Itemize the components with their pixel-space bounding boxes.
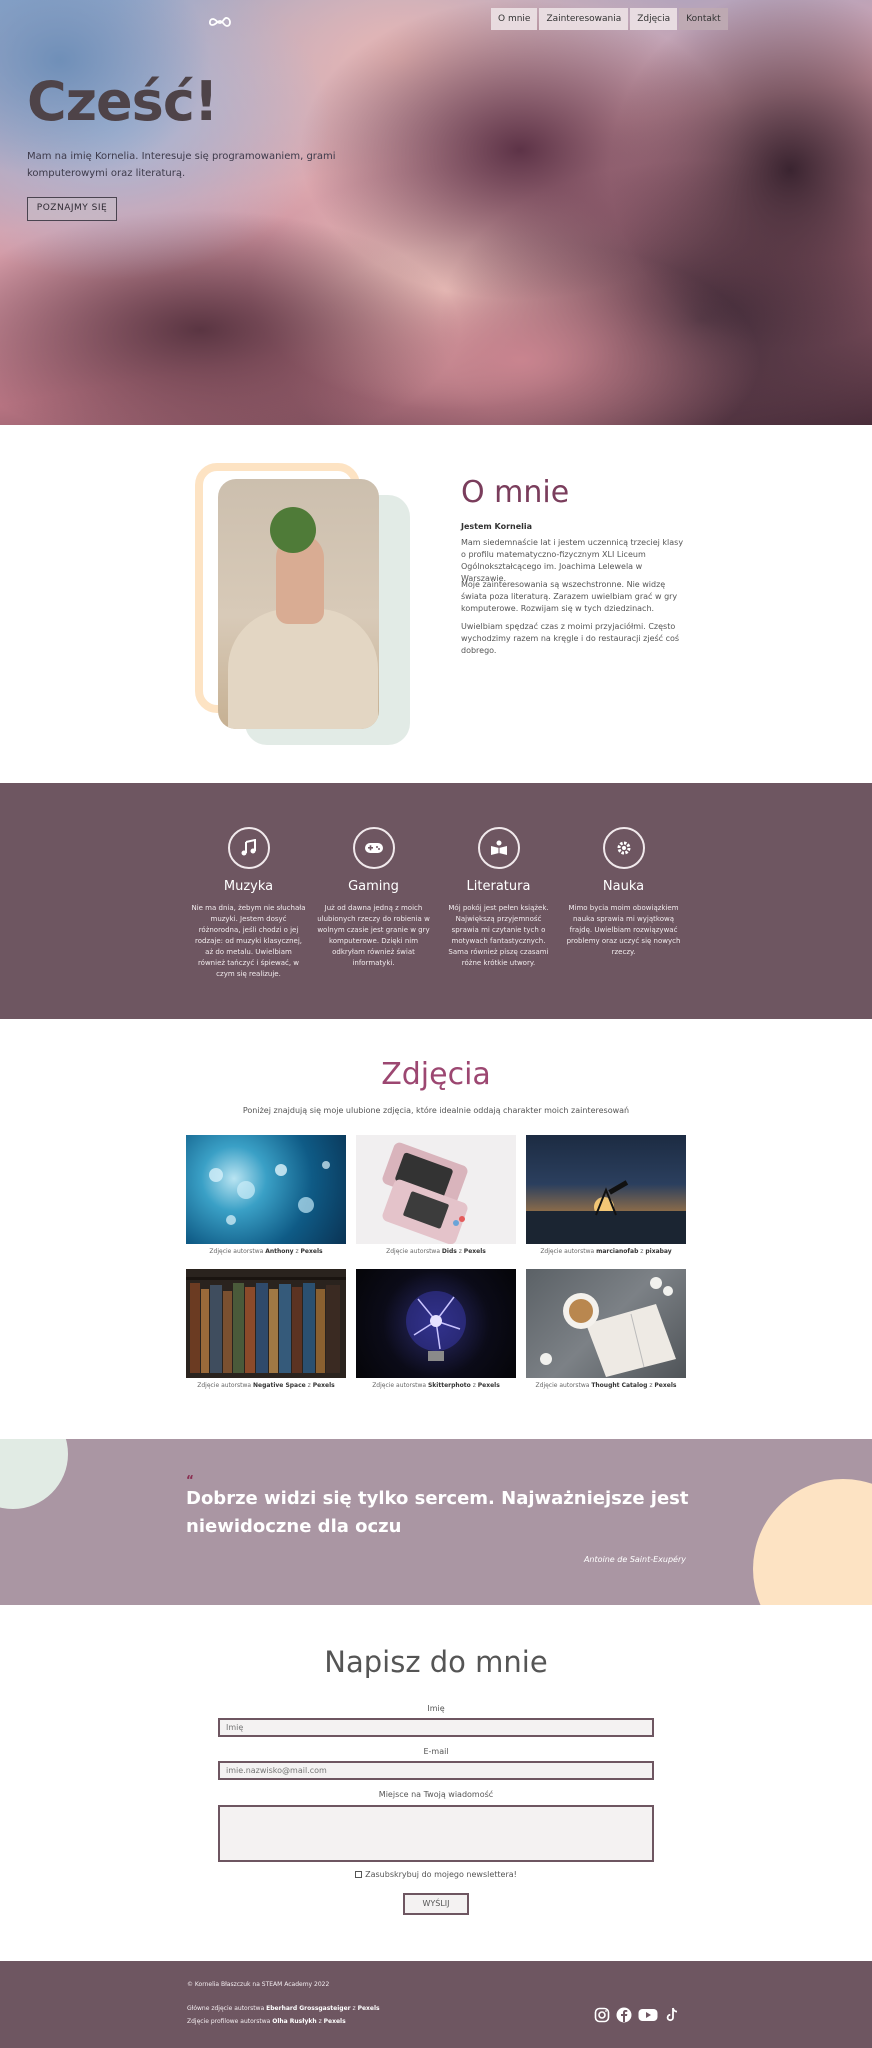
nav-item-zdjecia[interactable]: Zdjęcia (630, 8, 678, 30)
main-nav: O mnie Zainteresowania Zdjęcia Kontakt (491, 8, 728, 30)
email-field[interactable] (218, 1761, 654, 1780)
hero-title: Cześć! (27, 70, 218, 133)
tiktok-icon[interactable] (664, 2007, 680, 2023)
photo-author-link[interactable]: Skitterphoto (428, 1382, 471, 1389)
photos-section: Zdjęcia Poniżej znajdują się moje ulubio… (0, 1019, 872, 1439)
credit-source-link[interactable]: Pexels (358, 2005, 380, 2012)
name-label: Imię (427, 1704, 445, 1713)
photo-caption: Zdjęcie autorstwa marcianofab z pixabay (540, 1248, 672, 1255)
sunset-telescope-photo[interactable] (526, 1135, 686, 1244)
photo-source-link[interactable]: Pexels (478, 1382, 500, 1389)
quote-text: Dobrze widzi się tylko sercem. Najważnie… (186, 1488, 689, 1537)
interest-title: Literatura (466, 879, 531, 894)
interest-text: Mój pokój jest pełen książek. Największą… (448, 904, 549, 967)
bookshelf-photo[interactable] (186, 1269, 346, 1378)
decorative-circle (0, 1439, 68, 1509)
message-textarea[interactable] (218, 1805, 654, 1862)
interest-card-literatura: Literatura Mój pokój jest pełen książek.… (441, 827, 556, 969)
photo-author-link[interactable]: Thought Catalog (591, 1382, 647, 1389)
infinity-cloud-icon[interactable] (208, 14, 232, 30)
water-drops-photo[interactable] (186, 1135, 346, 1244)
about-paragraph: Mam siedemnaście lat i jestem uczennicą … (461, 538, 684, 583)
nav-item-kontakt[interactable]: Kontakt (679, 8, 728, 30)
credit-author-link[interactable]: Olha Rusłykh (272, 2018, 316, 2025)
photo-author-link[interactable]: Negative Space (253, 1382, 306, 1389)
footer: © Kornelia Błaszczuk na STEAM Academy 20… (0, 1961, 872, 2048)
newsletter-label: Zasubskrybuj do mojego newslettera! (365, 1870, 517, 1879)
newsletter-checkbox[interactable] (355, 1871, 363, 1878)
about-name: Jestem Kornelia (461, 522, 533, 531)
about-title: O mnie (461, 475, 570, 510)
interest-title: Nauka (602, 879, 645, 894)
photo-source-link[interactable]: Pexels (313, 1382, 335, 1389)
photo-author-link[interactable]: Anthony (265, 1248, 293, 1255)
interest-text: Mimo bycia moim obowiązkiem nauka sprawi… (566, 904, 681, 956)
hero-intro: Mam na imię Kornelia. Interesuje się pro… (27, 151, 336, 179)
interest-card-nauka: Nauka Mimo bycia moim obowiązkiem nauka … (566, 827, 681, 958)
tea-and-book-photo[interactable] (526, 1269, 686, 1378)
credit-source-link[interactable]: Pexels (324, 2018, 346, 2025)
social-links (594, 2007, 680, 2023)
credit-author-link[interactable]: Eberhard Grossgasteiger (266, 2005, 350, 2012)
youtube-icon[interactable] (638, 2007, 658, 2023)
about-paragraph: Moje zainteresowania są wszechstronne. N… (461, 580, 678, 613)
instagram-icon[interactable] (594, 2007, 610, 2023)
photo-author-link[interactable]: marcianofab (596, 1248, 638, 1255)
about-paragraph: Uwielbiam spędzać czas z moimi przyjació… (461, 622, 680, 655)
message-label: Miejsce na Twoją wiadomość (378, 1790, 494, 1799)
newsletter-checkbox-row[interactable]: Zasubskrybuj do mojego newslettera! (0, 1870, 872, 1879)
photo-author-link[interactable]: Dids (442, 1248, 457, 1255)
photo-source-link[interactable]: Pexels (464, 1248, 486, 1255)
decorative-circle (753, 1479, 872, 1605)
interest-text: Już od dawna jedną z moich ulubionych rz… (317, 904, 430, 967)
email-label: E-mail (423, 1747, 449, 1756)
photos-title: Zdjęcia (381, 1057, 491, 1092)
gamepad-icon (352, 827, 395, 869)
music-note-icon (227, 827, 270, 869)
contact-title: Napisz do mnie (324, 1645, 548, 1679)
photo-caption: Zdjęcie autorstwa Skitterphoto z Pexels (372, 1382, 500, 1389)
atom-gear-icon (602, 827, 645, 869)
name-field[interactable] (218, 1718, 654, 1737)
interest-text: Nie ma dnia, żebym nie słuchała muzyki. … (191, 904, 306, 978)
photos-subtitle: Poniżej znajdują się moje ulubione zdjęc… (242, 1106, 630, 1115)
send-button[interactable]: WYŚLIJ (403, 1893, 469, 1915)
about-section: O mnie Jestem Kornelia Mam siedemnaście … (0, 425, 872, 783)
photo-source-link[interactable]: pixabay (645, 1248, 671, 1255)
nintendo-3ds-photo[interactable] (356, 1135, 516, 1244)
photo-caption: Zdjęcie autorstwa Thought Catalog z Pexe… (535, 1382, 677, 1389)
profile-photo-credit: Zdjęcie profilowe autorstwa Olha Rusłykh… (187, 2018, 346, 2025)
contact-section: Napisz do mnie Imię E-mail Miejsce na Tw… (0, 1605, 872, 1961)
nav-item-o-mnie[interactable]: O mnie (491, 8, 538, 30)
plasma-bulb-photo[interactable] (356, 1269, 516, 1378)
photo-caption: Zdjęcie autorstwa Anthony z Pexels (209, 1248, 323, 1255)
photo-caption: Zdjęcie autorstwa Dids z Pexels (386, 1248, 486, 1255)
bg-photo-credit: Główne zdjęcie autorstwa Eberhard Grossg… (187, 2005, 380, 2012)
facebook-icon[interactable] (616, 2007, 632, 2023)
hero-section: O mnie Zainteresowania Zdjęcia Kontakt C… (0, 0, 872, 425)
interest-title: Gaming (348, 879, 399, 894)
interests-section: Muzyka Nie ma dnia, żebym nie słuchała m… (0, 783, 872, 1019)
nav-item-zainteresowania[interactable]: Zainteresowania (539, 8, 629, 30)
photo-source-link[interactable]: Pexels (654, 1382, 676, 1389)
book-reader-icon (477, 827, 520, 869)
photo-caption: Zdjęcie autorstwa Negative Space z Pexel… (197, 1382, 335, 1389)
interest-title: Muzyka (223, 879, 274, 894)
poznajmy-sie-button[interactable]: POZNAJMY SIĘ (27, 197, 117, 221)
quote-author: Antoine de Saint-Exupéry (583, 1555, 686, 1564)
profile-photo (218, 479, 379, 729)
copyright-text: © Kornelia Błaszczuk na STEAM Academy 20… (187, 1981, 330, 1988)
interest-card-muzyka: Muzyka Nie ma dnia, żebym nie słuchała m… (191, 827, 306, 980)
quote-section: “ Dobrze widzi się tylko sercem. Najważn… (0, 1439, 872, 1605)
photo-source-link[interactable]: Pexels (301, 1248, 323, 1255)
interest-card-gaming: Gaming Już od dawna jedną z moich ulubio… (316, 827, 431, 969)
